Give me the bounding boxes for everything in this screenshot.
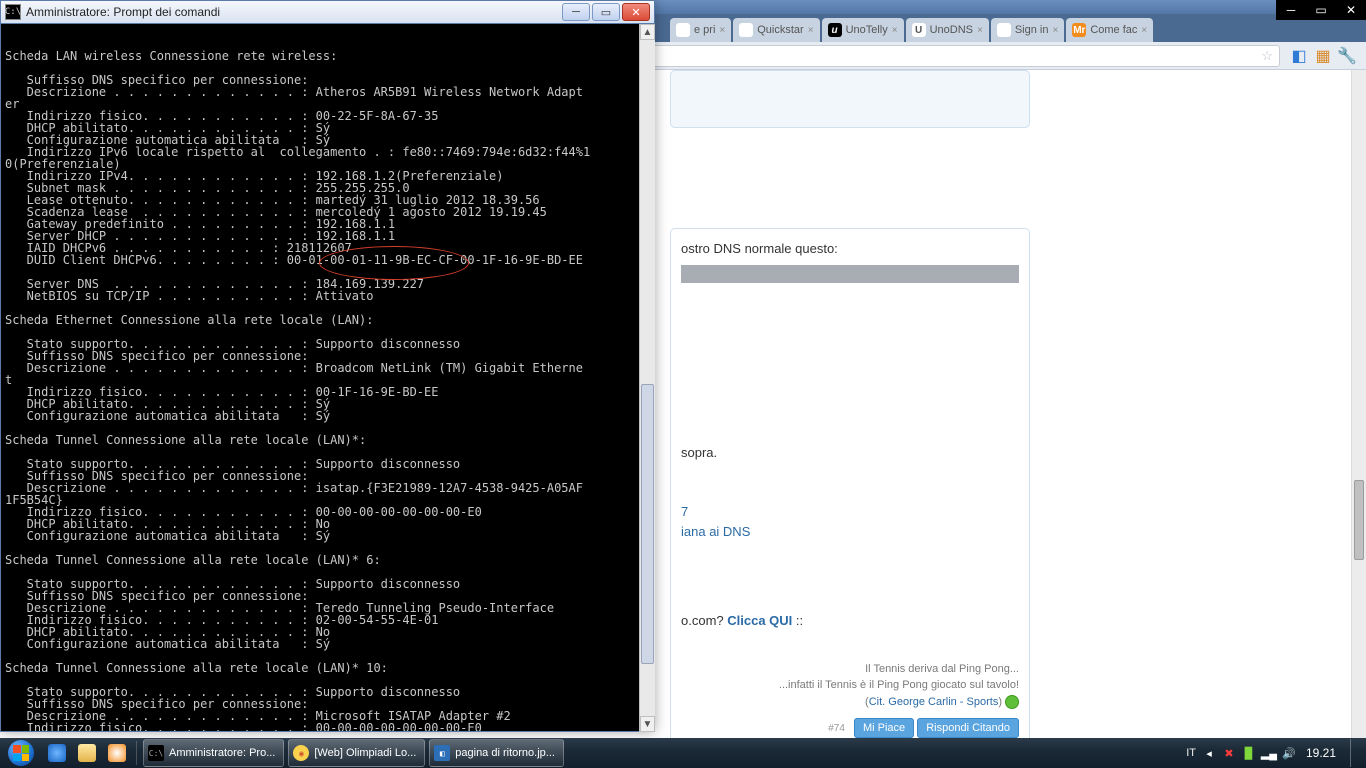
extension-icon[interactable]: ◧: [1288, 45, 1310, 67]
online-status-icon: [1005, 695, 1019, 709]
task-label: [Web] Olimpiadi Lo...: [314, 747, 416, 759]
browser-tab[interactable]: Mr Come fac ×: [1066, 18, 1153, 42]
signature-line: Il Tennis deriva dal Ping Pong...: [681, 661, 1019, 678]
browser-tab[interactable]: U UnoDNS ×: [906, 18, 989, 42]
forum-link[interactable]: 7: [681, 504, 688, 519]
tab-close-icon[interactable]: ×: [977, 25, 983, 36]
tab-label: Come fac: [1090, 24, 1137, 36]
tab-label: Sign in: [1015, 24, 1049, 36]
tab-close-icon[interactable]: ×: [1052, 25, 1058, 36]
forum-text: o.com?: [681, 613, 727, 628]
favicon-icon: u: [828, 23, 842, 37]
tab-label: e pri: [694, 24, 715, 36]
taskbar-task-imageviewer[interactable]: ◧ pagina di ritorno.jp...: [429, 739, 564, 767]
taskbar-task-cmd[interactable]: C:\ Amministratore: Pro...: [143, 739, 284, 767]
task-label: pagina di ritorno.jp...: [455, 747, 555, 759]
favicon-icon: U: [912, 23, 926, 37]
cmd-titlebar[interactable]: C:\ Amministratore: Prompt dei comandi ─…: [0, 0, 655, 24]
browser-tab[interactable]: u UnoTelly ×: [822, 18, 904, 42]
forum-link[interactable]: iana ai DNS: [681, 524, 750, 539]
action-center-icon[interactable]: ✖: [1222, 746, 1236, 760]
forum-text: sopra.: [681, 443, 1019, 463]
tab-label: Quickstar: [757, 24, 803, 36]
task-label: Amministratore: Pro...: [169, 747, 275, 759]
tab-close-icon[interactable]: ×: [892, 25, 898, 36]
tab-label: UnoDNS: [930, 24, 973, 36]
chrome-scrollbar[interactable]: [1351, 70, 1366, 738]
code-bar: [681, 265, 1019, 283]
browser-tab[interactable]: Sign in×: [991, 18, 1064, 42]
cmd-maximize-button[interactable]: ▭: [592, 3, 620, 21]
forum-body: ostro DNS normale questo: sopra. 7 iana …: [670, 228, 1030, 749]
forum-post: ostro DNS normale questo: sopra. 7 iana …: [670, 70, 1030, 749]
browser-tab[interactable]: Quickstar ×: [733, 18, 819, 42]
battery-icon[interactable]: ▉: [1242, 746, 1256, 760]
favicon-icon: [676, 23, 690, 37]
favicon-icon: [997, 23, 1011, 37]
tab-close-icon[interactable]: ×: [1141, 25, 1147, 36]
tab-close-icon[interactable]: ×: [719, 25, 725, 36]
windows-logo-icon: [8, 740, 34, 766]
reply-quote-button[interactable]: Rispondi Citando: [917, 718, 1019, 738]
cmd-minimize-button[interactable]: ─: [562, 3, 590, 21]
browser-tab[interactable]: e pri ×: [670, 18, 731, 42]
post-number: #74: [828, 723, 845, 734]
cmd-title: Amministratore: Prompt dei comandi: [26, 5, 560, 19]
like-button[interactable]: Mi Piace: [854, 718, 914, 738]
volume-icon[interactable]: 🔊: [1282, 746, 1296, 760]
cmd-window: C:\ Amministratore: Prompt dei comandi ─…: [0, 0, 655, 732]
image-icon: ◧: [434, 745, 450, 761]
system-tray: IT ◂ ✖ ▉ ▂▄ 🔊 19.21: [1180, 739, 1366, 767]
ie-icon: [48, 744, 66, 762]
signature-cite: Cit. George Carlin - Sports: [869, 696, 999, 708]
network-icon[interactable]: ▂▄: [1262, 746, 1276, 760]
start-button[interactable]: [0, 738, 42, 768]
star-icon[interactable]: ☆: [1261, 48, 1273, 64]
wrench-icon[interactable]: 🔧: [1336, 45, 1358, 67]
chrome-icon: ◉: [293, 745, 309, 761]
chrome-maximize-button[interactable]: ▭: [1306, 0, 1336, 20]
cmd-icon: C:\: [5, 4, 21, 20]
signature-line: ...infatti il Tennis è il Ping Pong gioc…: [681, 677, 1019, 694]
forum-actions: #74 Mi Piace Rispondi Citando: [681, 718, 1019, 738]
pinned-wmp[interactable]: [103, 739, 131, 767]
favicon-icon: Mr: [1072, 23, 1086, 37]
cmd-close-button[interactable]: ✕: [622, 3, 650, 21]
windows-taskbar: C:\ Amministratore: Pro... ◉ [Web] Olimp…: [0, 738, 1366, 768]
tab-close-icon[interactable]: ×: [808, 25, 814, 36]
scroll-up-icon[interactable]: ▲: [640, 24, 655, 40]
forum-quote-box: [670, 70, 1030, 128]
favicon-icon: [739, 23, 753, 37]
wmp-icon: [108, 744, 126, 762]
forum-text: ostro DNS normale questo:: [681, 239, 1019, 259]
scrollbar-thumb[interactable]: [641, 384, 654, 664]
language-indicator[interactable]: IT: [1186, 747, 1196, 759]
tray-chevron-icon[interactable]: ◂: [1202, 746, 1216, 760]
scrollbar-thumb[interactable]: [1354, 480, 1364, 560]
pinned-explorer[interactable]: [73, 739, 101, 767]
forum-link[interactable]: Clicca QUI: [727, 613, 792, 628]
pinned-ie[interactable]: [43, 739, 71, 767]
chrome-close-button[interactable]: ✕: [1336, 0, 1366, 20]
forum-signature: Il Tennis deriva dal Ping Pong... ...inf…: [681, 661, 1019, 711]
cmd-output[interactable]: Scheda LAN wireless Connessione rete wir…: [0, 24, 655, 732]
show-desktop-button[interactable]: [1350, 739, 1360, 767]
forum-text: ::: [792, 613, 803, 628]
cmd-scrollbar[interactable]: ▲ ▼: [639, 24, 655, 732]
tab-label: UnoTelly: [846, 24, 888, 36]
folder-icon: [78, 744, 96, 762]
scroll-down-icon[interactable]: ▼: [640, 716, 655, 732]
taskbar-task-chrome[interactable]: ◉ [Web] Olimpiadi Lo...: [288, 739, 425, 767]
cmd-icon: C:\: [148, 745, 164, 761]
taskbar-clock[interactable]: 19.21: [1302, 746, 1340, 760]
taskbar-separator: [136, 741, 137, 765]
chrome-minimize-button[interactable]: ─: [1276, 0, 1306, 20]
extension-icon[interactable]: ▦: [1312, 45, 1334, 67]
chrome-window-buttons: ─ ▭ ✕: [1276, 0, 1366, 20]
